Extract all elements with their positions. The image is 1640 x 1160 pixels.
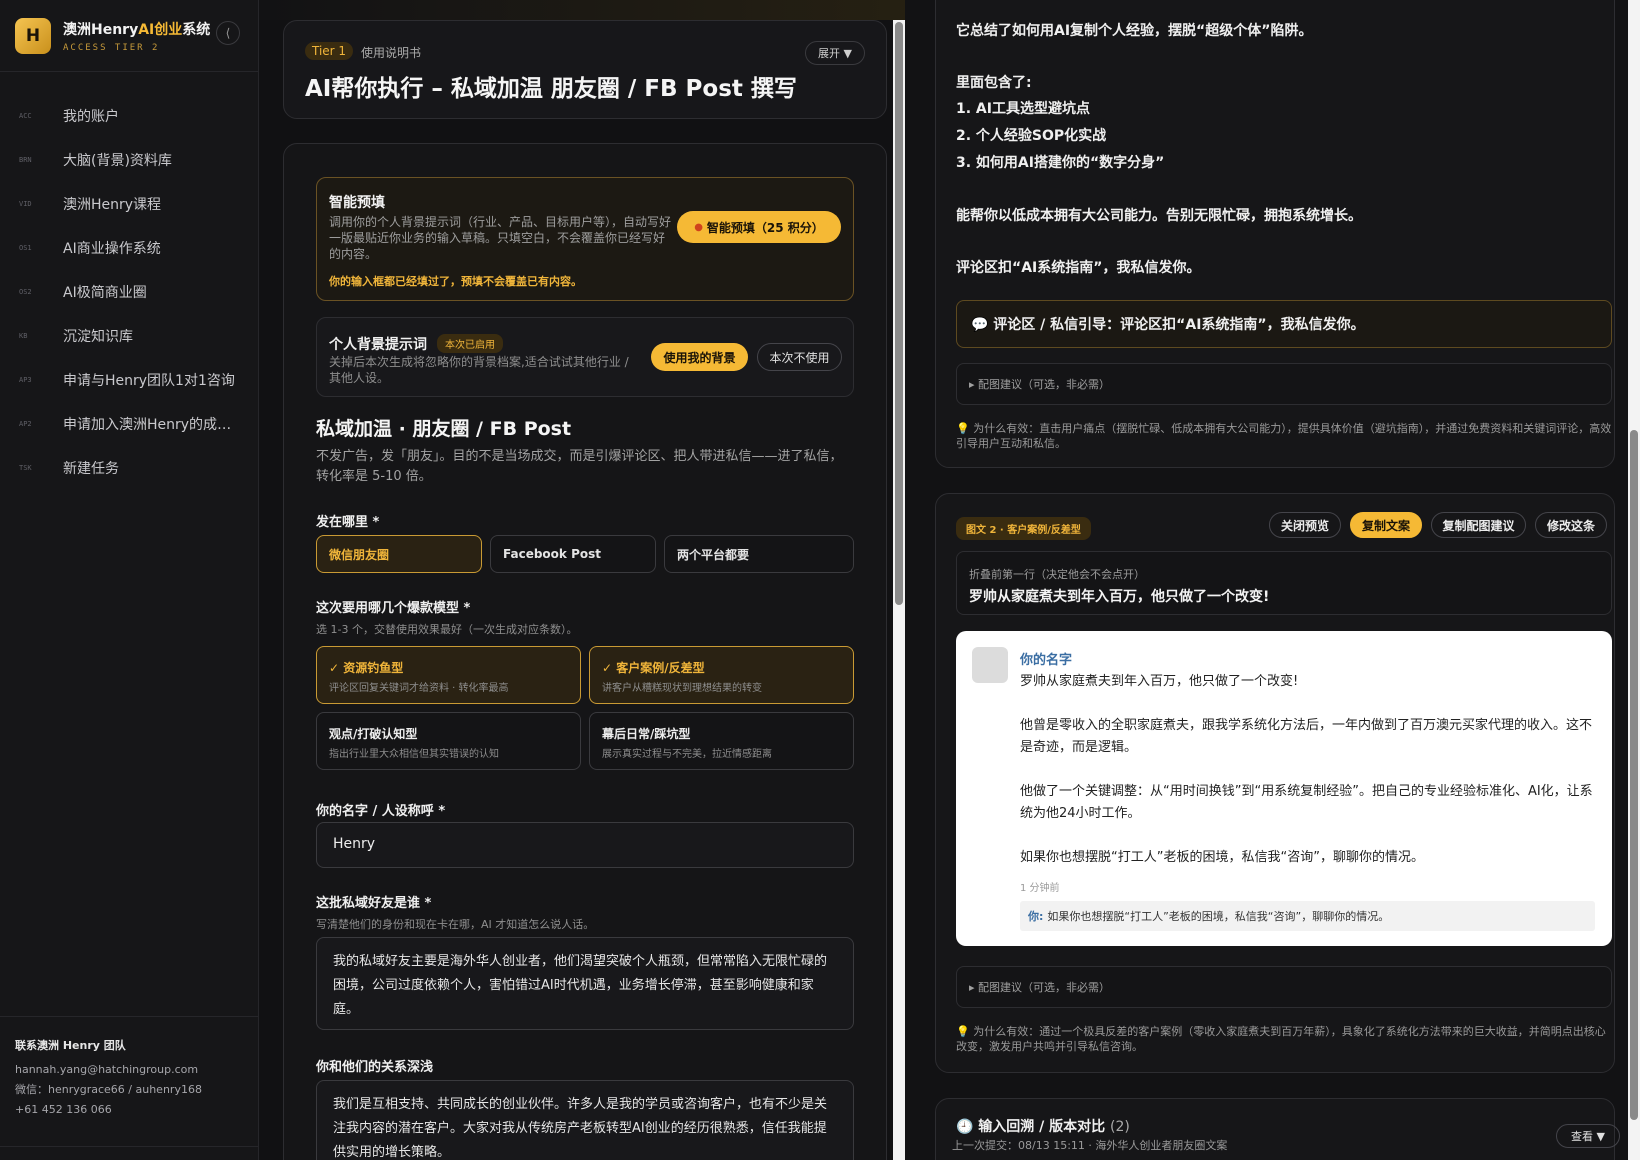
audience-textarea[interactable]: 我的私域好友主要是海外华人创业者，他们渴望突破个人瓶颈，但常常陷入无限忙碌的困境… <box>316 937 854 1030</box>
results-column: 它总结了如何用AI复制个人经验，摆脱“超级个体”陷阱。 里面包含了: 1. AI… <box>905 0 1640 1160</box>
collapse-sidebar-button[interactable]: ⟨ <box>216 21 240 45</box>
sidebar-nav: ACC 我的账户 BRN 大脑(背景)资料库 VID 澳洲Henry课程 OS1 AI商… <box>0 72 258 490</box>
name-label: 你的名字 / 人设称呼 * <box>316 804 446 819</box>
brand-logo: H <box>15 17 51 54</box>
form-scrollbar[interactable] <box>893 20 905 1160</box>
sidebar-item-os1[interactable]: OS1 AI商业操作系统 <box>0 226 258 270</box>
edit-post-button[interactable]: 修改这条 <box>1535 512 1607 538</box>
model-case[interactable]: ✓ 客户案例/反差型 讲客户从糟糕现状到理想结果的转变 <box>589 646 854 704</box>
copy-image-suggestion-button[interactable]: 复制配图建议 <box>1431 512 1526 538</box>
post-card-2: 图文 2 · 客户案例/反差型 关闭预览 复制文案 复制配图建议 修改这条 折叠… <box>935 493 1615 1073</box>
post-card-1: 它总结了如何用AI复制个人经验，摆脱“超级个体”陷阱。 里面包含了: 1. AI… <box>935 0 1615 468</box>
tier-badge: Tier 1 <box>305 42 354 60</box>
form-column: Tier 1 使用说明书 展开 ▼ AI帮你执行 – 私域加温 朋友圈 / FB… <box>283 20 887 1160</box>
audience-hint: 写清楚他们的身份和现在卡在哪，AI 才知道怎么说人话。 <box>316 918 595 931</box>
relationship-textarea[interactable]: 我们是互相支持、共同成长的创业伙伴。许多人是我的学员或咨询客户，也有不少是关注我… <box>316 1080 854 1160</box>
copy-text-button[interactable]: 复制文案 <box>1350 512 1422 538</box>
sidebar-item-knowledge[interactable]: KB 沉淀知识库 <box>0 314 258 358</box>
cta-guide: 💬 评论区 / 私信引导：评论区扣“AI系统指南”，我私信发你。 <box>956 300 1612 348</box>
image-suggestion-toggle[interactable]: ▸ 配图建议（可选，非必需） <box>956 966 1612 1008</box>
form-card: 智能预填 调用你的个人背景提示词（行业、产品、目标用户等），自动写好一版最贴近你… <box>283 143 887 1160</box>
model-behind-scenes[interactable]: 幕后日常/踩坑型 展示真实过程与不完美，拉近情感距离 <box>589 712 854 770</box>
platform-facebook[interactable]: Facebook Post <box>490 535 656 573</box>
history-title: 🕘 输入回溯 / 版本对比 (2) <box>956 1119 1130 1135</box>
smart-fill-panel: 智能预填 调用你的个人背景提示词（行业、产品、目标用户等），自动写好一版最贴近你… <box>316 177 854 301</box>
contact-info: 联系澳洲 Henry 团队 hannah.yang@hatchingroup.c… <box>0 1016 259 1120</box>
sidebar: H 澳洲HenryAI创业系统 ACCESS TIER 2 ⟨ ACC 我的账户 … <box>0 0 259 1160</box>
why-effective: 💡 为什么有效：直击用户痛点（摆脱忙碌、低成本拥有大公司能力），提供具体价值（避… <box>956 422 1612 450</box>
model-opinion[interactable]: 观点/打破认知型 指出行业里大众相信但其实错误的认知 <box>316 712 581 770</box>
enabled-badge: 本次已启用 <box>437 334 503 353</box>
history-panel: 🕘 输入回溯 / 版本对比 (2) 上一次提交：08/13 15:11 · 海外… <box>935 1098 1620 1160</box>
avatar <box>972 647 1008 683</box>
post-time: 1 分钟前 <box>1020 883 1060 894</box>
page-header: Tier 1 使用说明书 展开 ▼ AI帮你执行 – 私域加温 朋友圈 / FB… <box>283 20 887 119</box>
sidebar-item-join[interactable]: AP2申请加入澳洲Henry的成长圈子 <box>0 402 258 446</box>
background-prompt-panel: 个人背景提示词 本次已启用 关掉后本次生成将忽略你的背景档案,适合试试其他行业 … <box>316 317 854 397</box>
why-effective: 💡 为什么有效：通过一个极具反差的客户案例（零收入家庭煮夫到百万年薪），具象化了… <box>956 1025 1606 1053</box>
sidebar-item-new-task[interactable]: TSK 新建任务 <box>0 446 258 490</box>
preview-comment: 你: 如果你也想摆脱“打工人”老板的困境，私信我“咨询”，聊聊你的情况。 <box>1020 901 1595 931</box>
wechat-preview: 你的名字 罗帅从家庭煮夫到年入百万，他只做了一个改变! 他曾是零收入的全职家庭煮… <box>956 631 1612 946</box>
sidebar-item-course[interactable]: VID 澳洲Henry课程 <box>0 182 258 226</box>
skip-background-button[interactable]: 本次不使用 <box>757 343 842 371</box>
fold-line-box: 折叠前第一行（决定他会不会点开） 罗帅从家庭煮夫到年入百万，他只做了一个改变! <box>956 551 1612 615</box>
results-scrollbar[interactable] <box>1628 0 1640 1160</box>
access-tier: ACCESS TIER 2 <box>63 42 160 53</box>
sidebar-item-brain[interactable]: BRN 大脑(背景)资料库 <box>0 138 258 182</box>
brand-title: 澳洲HenryAI创业系统 <box>63 21 211 38</box>
preview-name: 你的名字 <box>1020 653 1073 668</box>
page-title: AI帮你执行 – 私域加温 朋友圈 / FB Post 撰写 <box>305 76 797 102</box>
expand-button[interactable]: 展开 ▼ <box>805 41 865 65</box>
view-history-button[interactable]: 查看 ▼ <box>1556 1124 1620 1148</box>
platform-wechat[interactable]: 微信朋友圈 <box>316 535 482 573</box>
sidebar-item-account[interactable]: ACC 我的账户 <box>0 94 258 138</box>
models-hint: 选 1-3 个，交替使用效果最好（一次生成对应条数）。 <box>316 623 578 636</box>
history-subtitle: 上一次提交：08/13 15:11 · 海外华人创业者朋友圈文案 <box>952 1139 1228 1152</box>
relationship-label: 你和他们的关系深浅 <box>316 1060 434 1075</box>
close-preview-button[interactable]: 关闭预览 <box>1269 512 1341 538</box>
model-resource[interactable]: ✓ 资源钓鱼型 评论区回复关键词才给资料 · 转化率最高 <box>316 646 581 704</box>
name-input[interactable]: Henry <box>316 822 854 868</box>
contact-phone: +61 452 136 066 <box>15 1103 112 1116</box>
section-title: 私域加温 · 朋友圈 / FB Post <box>316 418 572 440</box>
post-type-badge: 图文 2 · 客户案例/反差型 <box>956 517 1091 540</box>
contact-wechat: 微信：henrygrace66 / auhenry168 <box>15 1083 202 1096</box>
audience-label: 这批私域好友是谁 * <box>316 896 432 911</box>
sidebar-footer <box>0 1146 259 1160</box>
sidebar-item-os2[interactable]: OS2 AI极简商业圈 <box>0 270 258 314</box>
smart-fill-warning: 你的输入框都已经填过了，预填不会覆盖已有内容。 <box>329 275 582 288</box>
hook-line: 罗帅从家庭煮夫到年入百万，他只做了一个改变! <box>969 589 1270 605</box>
sidebar-item-consult[interactable]: AP3 申请与Henry团队1对1咨询 <box>0 358 258 402</box>
smart-fill-button[interactable]: ● 智能预填（25 积分） <box>677 211 841 243</box>
manual-link[interactable]: 使用说明书 <box>361 44 421 61</box>
use-background-button[interactable]: 使用我的背景 <box>651 343 748 371</box>
app-root: H 澳洲HenryAI创业系统 ACCESS TIER 2 ⟨ ACC 我的账户 … <box>0 0 1640 1160</box>
image-suggestion-toggle[interactable]: ▸ 配图建议（可选，非必需） <box>956 363 1612 405</box>
contact-email[interactable]: hannah.yang@hatchingroup.com <box>15 1060 244 1080</box>
models-label: 这次要用哪几个爆款模型 * <box>316 601 471 616</box>
section-desc: 不发广告，发「朋友」。目的不是当场成交，而是引爆评论区、把人带进私信——进了私信… <box>316 449 843 484</box>
platform-both[interactable]: 两个平台都要 <box>664 535 854 573</box>
platform-label: 发在哪里 * <box>316 515 380 530</box>
lightbulb-icon: ● <box>694 221 703 233</box>
